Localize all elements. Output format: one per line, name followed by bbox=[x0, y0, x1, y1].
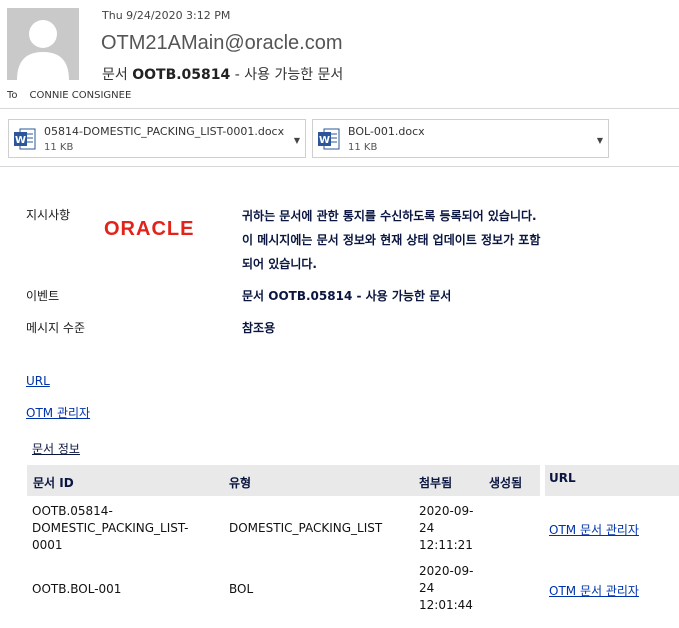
column-header-created: 생성됨 bbox=[489, 476, 523, 490]
sender-avatar bbox=[7, 8, 79, 80]
url-link[interactable]: URL bbox=[26, 374, 50, 388]
sender-address[interactable]: OTM21AMain@oracle.com bbox=[101, 32, 342, 55]
table-cell-attached: 2020-09- 24 12:01:44 bbox=[419, 563, 473, 614]
table-cell-type: DOMESTIC_PACKING_LIST bbox=[229, 521, 383, 535]
attached-line: 2020-09- bbox=[419, 564, 474, 578]
header-divider bbox=[0, 108, 679, 109]
attached-line: 12:11:21 bbox=[419, 538, 473, 552]
table-cell-url-link[interactable]: OTM 문서 관리자 bbox=[549, 521, 639, 538]
chevron-down-icon[interactable]: ▼ bbox=[597, 136, 603, 145]
attachment-name: BOL-001.docx bbox=[348, 125, 425, 138]
word-doc-icon: W bbox=[14, 128, 36, 150]
table-cell-doc-id: OOTB.05814- DOMESTIC_PACKING_LIST- 0001 bbox=[32, 503, 188, 554]
oracle-logo-text: ORACLE bbox=[104, 218, 195, 240]
instructions-label: 지시사항 bbox=[26, 208, 71, 222]
doc-id-line: 0001 bbox=[32, 538, 63, 552]
subject-suffix: - 사용 가능한 문서 bbox=[230, 67, 344, 83]
table-cell-attached: 2020-09- 24 12:11:21 bbox=[419, 503, 473, 554]
attachment-name: 05814-DOMESTIC_PACKING_LIST-0001.docx bbox=[44, 125, 285, 138]
column-header-attached: 첨부됨 bbox=[419, 476, 453, 490]
subject-doc-id: OOTB.05814 bbox=[132, 67, 231, 83]
sent-date: Thu 9/24/2020 3:12 PM bbox=[102, 9, 231, 22]
doc-info-title: 문서 정보 bbox=[32, 442, 80, 456]
table-header-row bbox=[27, 465, 540, 496]
email-subject: 문서 OOTB.05814 - 사용 가능한 문서 bbox=[102, 64, 343, 84]
oracle-logo: ORACLE bbox=[104, 218, 208, 240]
word-doc-icon: W bbox=[318, 128, 340, 150]
recipient-line: To CONNIE CONSIGNEE bbox=[7, 90, 131, 101]
table-cell-doc-id: OOTB.BOL-001 bbox=[32, 581, 121, 598]
table-cell-type: BOL bbox=[229, 582, 254, 596]
attachment-bol[interactable]: W BOL-001.docx 11 KB ▼ bbox=[312, 119, 609, 158]
doc-id-line: DOMESTIC_PACKING_LIST- bbox=[32, 521, 189, 535]
message-level-value: 참조용 bbox=[242, 321, 276, 335]
column-header-type: 유형 bbox=[229, 476, 252, 490]
person-silhouette-icon bbox=[7, 8, 79, 80]
subject-prefix: 문서 bbox=[102, 67, 133, 83]
attachment-size: 11 KB bbox=[44, 142, 74, 153]
recipient-name[interactable]: CONNIE CONSIGNEE bbox=[30, 90, 132, 101]
attached-line: 24 bbox=[419, 581, 435, 595]
event-value: 문서 OOTB.05814 - 사용 가능한 문서 bbox=[242, 289, 452, 303]
attached-line: 24 bbox=[419, 521, 435, 535]
chevron-down-icon[interactable]: ▼ bbox=[294, 136, 300, 145]
attachment-size: 11 KB bbox=[348, 142, 378, 153]
doc-id-line: OOTB.BOL-001 bbox=[32, 582, 122, 596]
message-level-label: 메시지 수준 bbox=[26, 321, 86, 335]
svg-text:W: W bbox=[15, 135, 26, 146]
attached-line: 2020-09- bbox=[419, 504, 474, 518]
notification-description: 귀하는 문서에 관한 통지를 수신하도록 등록되어 있습니다. 이 메시지에는 … bbox=[242, 209, 541, 271]
attachments-divider bbox=[0, 166, 679, 167]
column-header-url: URL bbox=[549, 471, 576, 485]
to-label: To bbox=[7, 90, 18, 101]
doc-id-line: OOTB.05814- bbox=[32, 504, 113, 518]
svg-text:W: W bbox=[319, 135, 330, 146]
table-cell-url-link[interactable]: OTM 문서 관리자 bbox=[549, 582, 639, 599]
otm-admin-link[interactable]: OTM 관리자 bbox=[26, 404, 90, 421]
attachment-packing-list[interactable]: W 05814-DOMESTIC_PACKING_LIST-0001.docx … bbox=[8, 119, 306, 158]
event-label: 이벤트 bbox=[26, 289, 60, 303]
column-header-doc-id: 문서 ID bbox=[33, 476, 74, 490]
attached-line: 12:01:44 bbox=[419, 598, 473, 612]
